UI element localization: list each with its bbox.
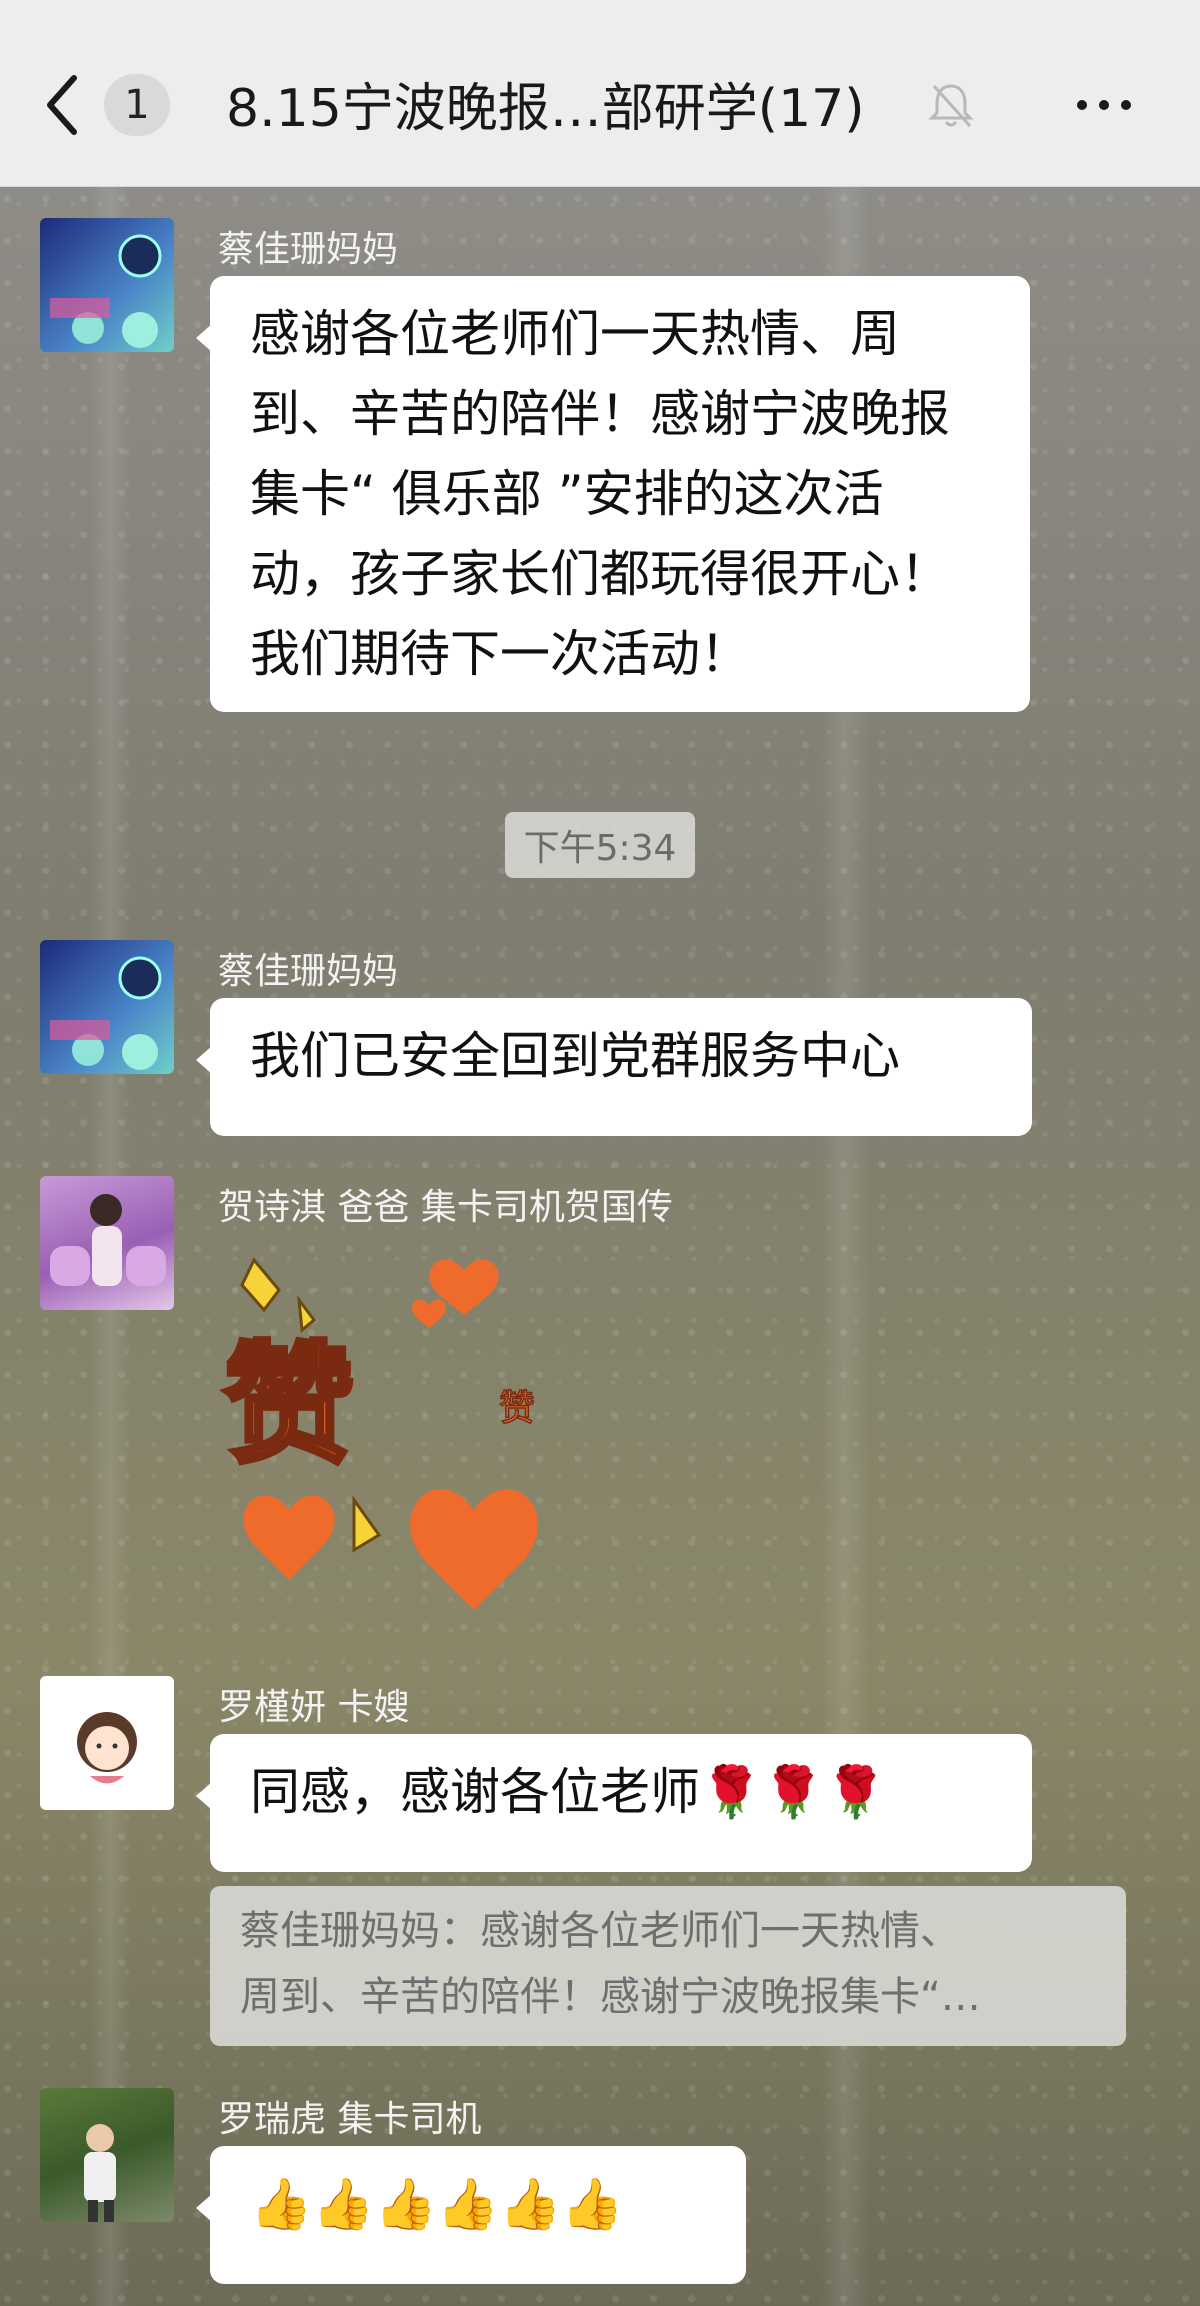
chevron-left-icon xyxy=(47,75,77,135)
more-options-button[interactable] xyxy=(1074,90,1134,120)
message-text: 👍👍👍👍👍👍 xyxy=(250,2175,624,2233)
sender-name: 蔡佳珊妈妈 xyxy=(218,229,399,270)
avatar[interactable] xyxy=(40,2088,174,2222)
unread-badge[interactable]: 1 xyxy=(104,74,170,136)
message-bubble[interactable]: 感谢各位老师们一天热情、周 到、辛苦的陪伴！感谢宁波晚报 集卡“ 俱乐部 ”安排… xyxy=(196,276,1030,712)
avatar[interactable] xyxy=(40,1176,174,1310)
avatar[interactable] xyxy=(40,218,174,352)
sender-name: 蔡佳珊妈妈 xyxy=(218,951,399,992)
avatar[interactable] xyxy=(40,1676,174,1810)
message-line: 我们期待下一次活动！ xyxy=(250,625,750,683)
timestamp: 下午5:34 xyxy=(505,812,695,878)
message-bubble[interactable]: 同感，感谢各位老师🌹🌹🌹 xyxy=(196,1734,1032,1872)
message-text: 我们已安全回到党群服务中心 xyxy=(250,1027,900,1085)
message-line: 到、辛苦的陪伴！感谢宁波晚报 xyxy=(250,385,950,443)
message-bubble[interactable]: 👍👍👍👍👍👍 xyxy=(196,2146,746,2284)
mute-bell-icon xyxy=(926,80,976,130)
avatar[interactable] xyxy=(40,940,174,1074)
svg-text:赞: 赞 xyxy=(224,1329,354,1481)
chat-header: 1 8.15宁波晚报…部研学(17) xyxy=(0,0,1200,187)
like-sticker[interactable]: 赞 赞 xyxy=(214,1250,554,1630)
quoted-message[interactable]: 蔡佳珊妈妈：感谢各位老师们一天热情、 周到、辛苦的陪伴！感谢宁波晚报集卡“… xyxy=(210,1886,1126,2046)
message-line: 集卡“ 俱乐部 ”安排的这次活 xyxy=(250,465,884,523)
back-button[interactable] xyxy=(42,70,102,140)
message-line: 动，孩子家长们都玩得很开心！ xyxy=(250,545,950,603)
quote-line: 周到、辛苦的陪伴！感谢宁波晚报集卡“… xyxy=(240,1974,981,2020)
quote-line: 蔡佳珊妈妈：感谢各位老师们一天热情、 xyxy=(240,1908,960,1954)
chat-title: 8.15宁波晚报…部研学(17) xyxy=(226,79,865,139)
message-bubble[interactable]: 我们已安全回到党群服务中心 xyxy=(196,998,1032,1136)
more-dots-icon xyxy=(1077,100,1131,110)
sender-name: 罗瑞虎 集卡司机 xyxy=(218,2099,482,2140)
sender-name: 贺诗淇 爸爸 集卡司机贺国传 xyxy=(218,1187,673,1228)
message-line: 感谢各位老师们一天热情、周 xyxy=(250,305,900,363)
message-text: 同感，感谢各位老师🌹🌹🌹 xyxy=(250,1763,887,1821)
svg-text:赞: 赞 xyxy=(499,1388,535,1429)
sender-name: 罗槿妍 卡嫂 xyxy=(218,1687,410,1728)
